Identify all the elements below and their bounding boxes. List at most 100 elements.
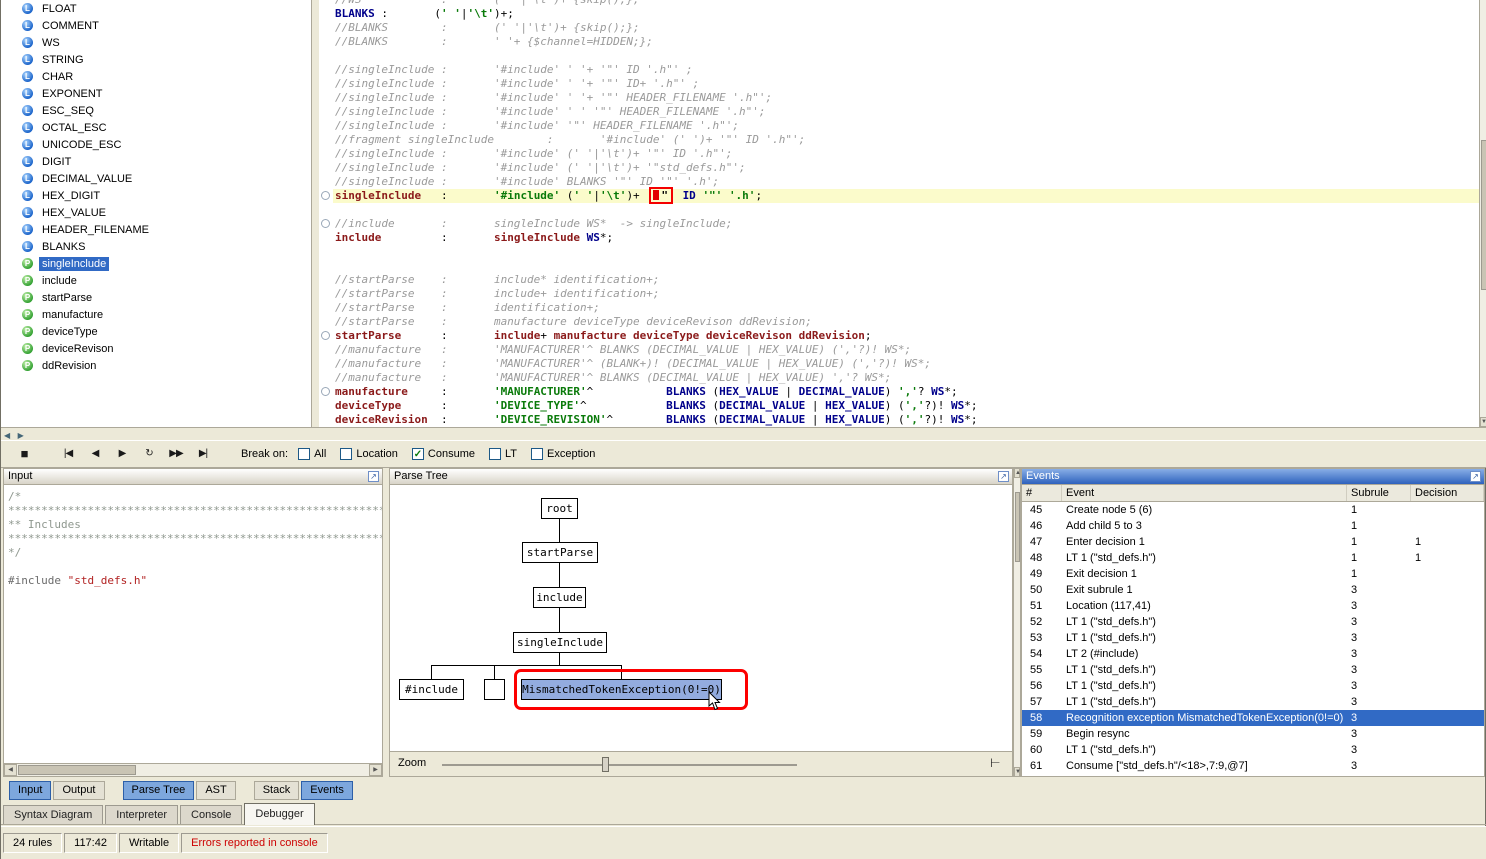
scrollbar-thumb[interactable]: [1015, 492, 1020, 562]
event-row[interactable]: 46 Add child 5 to 3 1: [1022, 518, 1484, 534]
events-column-header[interactable]: Decision: [1411, 485, 1484, 501]
break-on-location-checkbox[interactable]: Location: [340, 448, 398, 460]
tab-interpreter[interactable]: Interpreter: [105, 805, 179, 824]
zoom-slider-track[interactable]: [442, 764, 797, 766]
view-tab-output[interactable]: Output: [53, 780, 105, 800]
event-row[interactable]: 59 Begin resync 3: [1022, 726, 1484, 742]
rule-item-startParse[interactable]: PstartParse: [1, 289, 311, 306]
rule-item-deviceType[interactable]: PdeviceType: [1, 323, 311, 340]
rule-item-CHAR[interactable]: L CHAR: [1, 68, 311, 85]
break-on-lt-checkbox[interactable]: LT: [489, 448, 517, 460]
parse-tree-node-root[interactable]: root: [541, 498, 578, 519]
view-tab-events[interactable]: Events: [301, 780, 353, 800]
event-row[interactable]: 61 Consume ["std_defs.h"/<18>,7:9,@7] 3: [1022, 758, 1484, 774]
break-on-exception-checkbox[interactable]: Exception: [531, 448, 595, 460]
rule-item-ddRevision[interactable]: PddRevision: [1, 357, 311, 374]
rule-item-HEX_VALUE[interactable]: L HEX_VALUE: [1, 204, 311, 221]
rule-item-HEX_DIGIT[interactable]: L HEX_DIGIT: [1, 187, 311, 204]
fold-marker[interactable]: [321, 219, 330, 228]
event-row[interactable]: 53 LT 1 ("std_defs.h") 3: [1022, 630, 1484, 646]
collapse-up-icon[interactable]: ◀: [4, 431, 10, 440]
event-row[interactable]: 47 Enter decision 1 1 1: [1022, 534, 1484, 550]
detach-panel-icon[interactable]: ↗: [368, 471, 379, 482]
event-row[interactable]: 57 LT 1 ("std_defs.h") 3: [1022, 694, 1484, 710]
tree-layout-icon[interactable]: ⊢: [990, 756, 1000, 770]
grammar-editor[interactable]: //WS : (' '|'\t')+ {skip();};BLANKS : ('…: [319, 0, 1479, 427]
event-row[interactable]: 45 Create node 5 (6) 1: [1022, 502, 1484, 518]
detach-panel-icon[interactable]: ↗: [1470, 471, 1481, 482]
events-column-header[interactable]: #: [1022, 485, 1062, 501]
scroll-up-icon[interactable]: ▲: [1014, 468, 1021, 478]
parse-tree-node-startparse[interactable]: startParse: [522, 542, 598, 563]
input-horizontal-scrollbar[interactable]: ◀ ▶: [4, 763, 382, 776]
event-row[interactable]: 56 LT 1 ("std_defs.h") 3: [1022, 678, 1484, 694]
editor-line: //startParse : identification+;: [333, 301, 1479, 315]
events-column-header[interactable]: Event: [1062, 485, 1347, 501]
fast-forward-button[interactable]: ▶▶: [165, 444, 187, 464]
fold-marker[interactable]: [321, 387, 330, 396]
rule-item-WS[interactable]: L WS: [1, 34, 311, 51]
event-row[interactable]: 51 Location (117,41) 3: [1022, 598, 1484, 614]
rule-item-HEADER_FILENAME[interactable]: L HEADER_FILENAME: [1, 221, 311, 238]
rule-item-FLOAT[interactable]: L FLOAT: [1, 0, 311, 17]
events-vertical-scrollbar[interactable]: ▲ ▼: [1013, 468, 1021, 777]
rule-item-OCTAL_ESC[interactable]: L OCTAL_ESC: [1, 119, 311, 136]
event-row[interactable]: 55 LT 1 ("std_defs.h") 3: [1022, 662, 1484, 678]
scrollbar-thumb[interactable]: [1481, 140, 1486, 290]
event-row[interactable]: 60 LT 1 ("std_defs.h") 3: [1022, 742, 1484, 758]
rule-item-EXPONENT[interactable]: L EXPONENT: [1, 85, 311, 102]
editor-code-area[interactable]: //WS : (' '|'\t')+ {skip();};BLANKS : ('…: [333, 0, 1479, 427]
stop-button[interactable]: ■: [13, 444, 35, 464]
parse-tree-node-empty[interactable]: [484, 679, 505, 700]
step-forward-button[interactable]: ▶: [111, 444, 133, 464]
scrollbar-thumb[interactable]: [18, 765, 136, 775]
rule-item-DECIMAL_VALUE[interactable]: L DECIMAL_VALUE: [1, 170, 311, 187]
detach-panel-icon[interactable]: ↗: [998, 471, 1009, 482]
editor-vertical-scrollbar[interactable]: ▼: [1479, 0, 1486, 427]
collapse-down-icon[interactable]: ▶: [18, 431, 24, 440]
parse-tree-node-include-token[interactable]: #include: [399, 679, 464, 700]
view-tab-ast[interactable]: AST: [196, 780, 236, 800]
view-tab-stack[interactable]: Stack: [253, 780, 300, 800]
horizontal-splitter[interactable]: ◀ ▶: [1, 427, 1486, 441]
step-back-button[interactable]: ◀: [84, 444, 106, 464]
scroll-right-icon[interactable]: ▶: [369, 764, 382, 776]
scroll-left-icon[interactable]: ◀: [4, 764, 17, 776]
view-tab-parse-tree[interactable]: Parse Tree: [122, 780, 195, 800]
event-row[interactable]: 50 Exit subrule 1 3: [1022, 582, 1484, 598]
event-row[interactable]: 52 LT 1 ("std_defs.h") 3: [1022, 614, 1484, 630]
scroll-down-icon[interactable]: ▼: [1014, 767, 1021, 777]
rule-item-ESC_SEQ[interactable]: L ESC_SEQ: [1, 102, 311, 119]
zoom-slider-thumb[interactable]: [602, 757, 609, 772]
rule-item-DIGIT[interactable]: L DIGIT: [1, 153, 311, 170]
rule-item-include[interactable]: Pinclude: [1, 272, 311, 289]
rule-item-manufacture[interactable]: Pmanufacture: [1, 306, 311, 323]
input-text-area[interactable]: /* **************************************…: [4, 485, 382, 762]
scroll-down-icon[interactable]: ▼: [1480, 417, 1486, 427]
break-on-consume-checkbox[interactable]: ✓ Consume: [411, 448, 475, 460]
tab-syntax-diagram[interactable]: Syntax Diagram: [3, 805, 104, 824]
go-to-start-button[interactable]: |◀: [57, 444, 79, 464]
go-to-end-button[interactable]: ▶|: [192, 444, 214, 464]
event-row[interactable]: 54 LT 2 (#include) 3: [1022, 646, 1484, 662]
rule-item-singleInclude[interactable]: PsingleInclude: [1, 255, 311, 272]
parse-tree-node-include[interactable]: include: [533, 587, 586, 608]
event-row[interactable]: 58 Recognition exception MismatchedTokenE…: [1022, 710, 1484, 726]
fold-marker[interactable]: [321, 331, 330, 340]
rule-item-STRING[interactable]: L STRING: [1, 51, 311, 68]
parse-tree-node-singleinclude[interactable]: singleInclude: [513, 632, 607, 653]
fold-marker[interactable]: [321, 191, 330, 200]
tab-console[interactable]: Console: [180, 805, 243, 824]
event-row[interactable]: 49 Exit decision 1 1: [1022, 566, 1484, 582]
view-tab-input[interactable]: Input: [9, 780, 52, 800]
rule-item-COMMENT[interactable]: L COMMENT: [1, 17, 311, 34]
vertical-splitter[interactable]: [312, 0, 319, 427]
rewind-button[interactable]: ↻: [138, 444, 160, 464]
break-on-all-checkbox[interactable]: All: [298, 448, 326, 460]
rule-item-UNICODE_ESC[interactable]: L UNICODE_ESC: [1, 136, 311, 153]
rule-item-deviceRevison[interactable]: PdeviceRevison: [1, 340, 311, 357]
tab-debugger[interactable]: Debugger: [244, 803, 315, 825]
event-row[interactable]: 48 LT 1 ("std_defs.h") 1 1: [1022, 550, 1484, 566]
events-column-header[interactable]: Subrule: [1347, 485, 1411, 501]
rule-item-BLANKS[interactable]: L BLANKS: [1, 238, 311, 255]
